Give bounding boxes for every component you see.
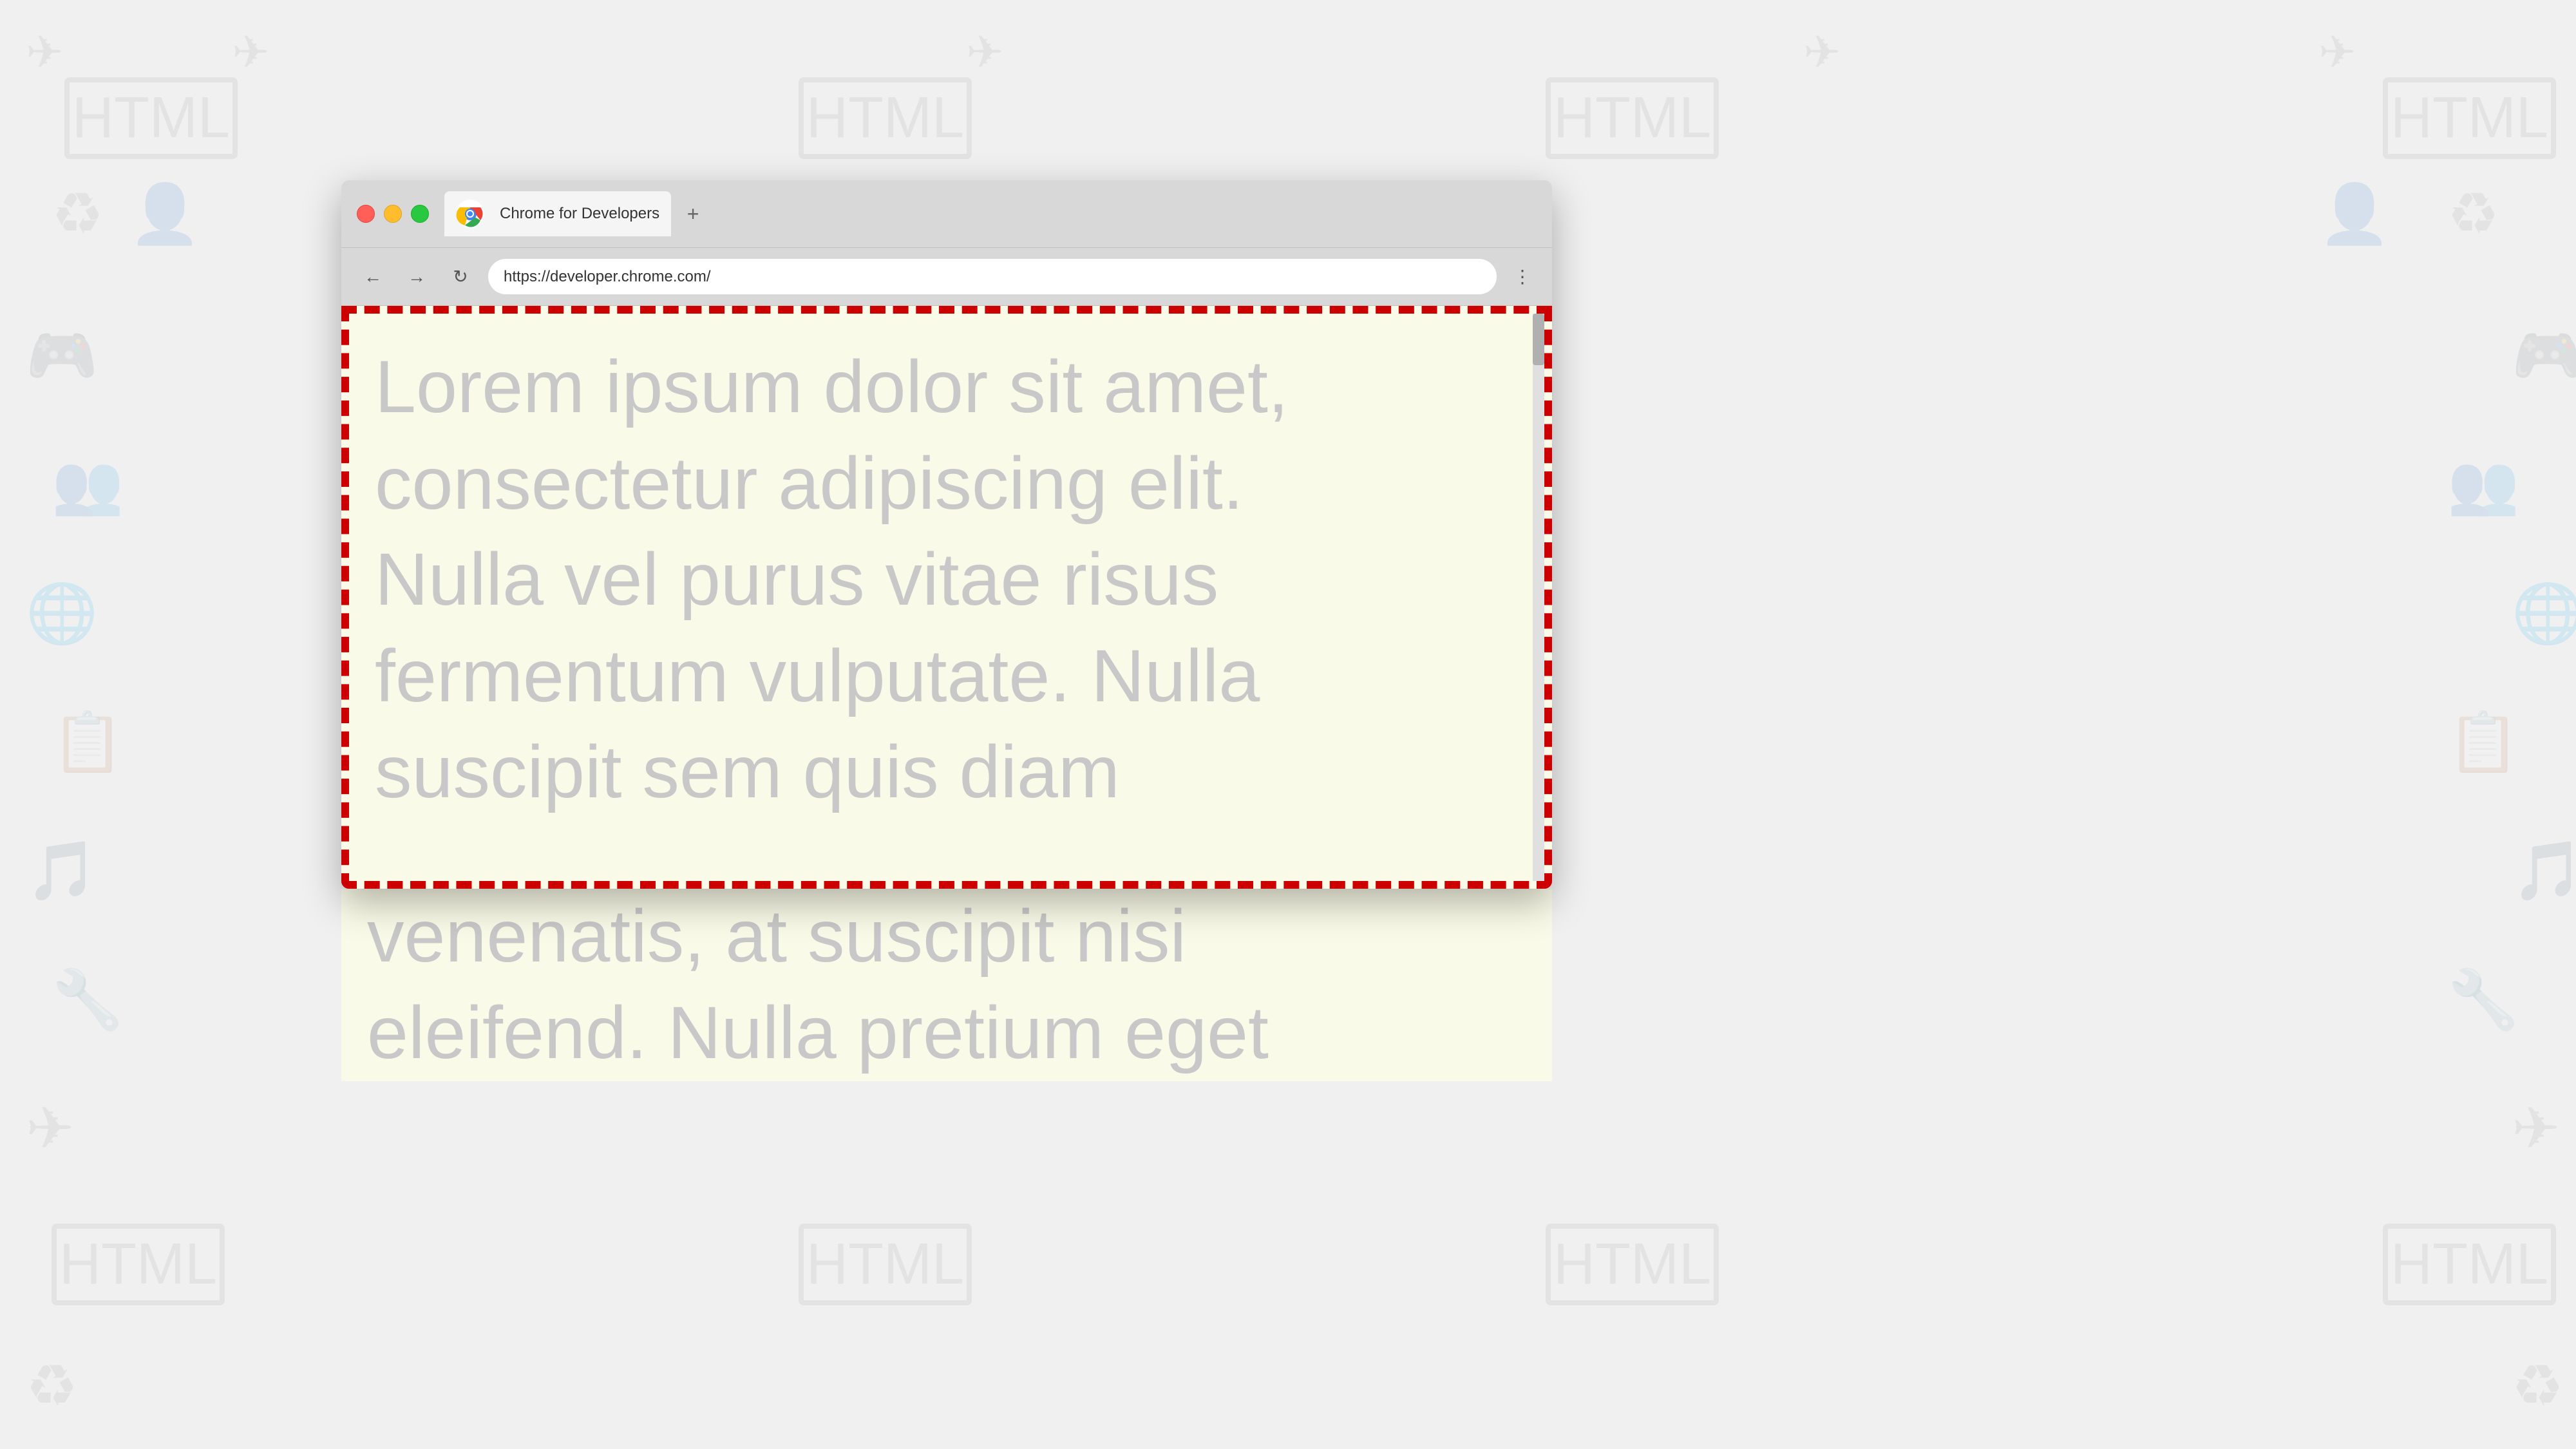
chrome-favicon (456, 200, 484, 228)
traffic-lights (357, 205, 429, 223)
menu-button[interactable]: ⋮ (1508, 263, 1537, 291)
scrollbar[interactable] (1533, 314, 1544, 881)
close-button[interactable] (357, 205, 375, 223)
title-bar: Chrome for Developers + (341, 180, 1552, 248)
browser-window: Chrome for Developers + ← → ↻ https://de… (341, 180, 1552, 889)
url-display: https://developer.chrome.com/ (504, 268, 711, 286)
address-bar-row: ← → ↻ https://developer.chrome.com/ ⋮ (341, 248, 1552, 306)
reload-button[interactable]: ↻ (444, 261, 477, 293)
lorem-line-4: fermentum vulputate. Nulla (375, 635, 1260, 717)
minimize-button[interactable] (384, 205, 402, 223)
scrollbar-thumb[interactable] (1533, 314, 1544, 365)
lorem-line-3: Nulla vel purus vitae risus (375, 538, 1218, 621)
address-bar[interactable]: https://developer.chrome.com/ (488, 259, 1497, 294)
below-fold-content: venenatis, at suscipit nisi eleifend. Nu… (341, 889, 1552, 1081)
below-fold-text-6: venenatis, at suscipit nisi eleifend. Nu… (367, 889, 1526, 1081)
page-content: Lorem ipsum dolor sit amet, consectetur … (341, 306, 1552, 889)
lorem-text-block: Lorem ipsum dolor sit amet, consectetur … (349, 314, 1544, 821)
tab-area: Chrome for Developers + (444, 191, 1537, 236)
back-button[interactable]: ← (357, 261, 389, 293)
lorem-line-2: consectetur adipiscing elit. (375, 442, 1244, 525)
maximize-button[interactable] (411, 205, 429, 223)
browser-tab[interactable]: Chrome for Developers (444, 191, 671, 236)
tab-title: Chrome for Developers (500, 205, 659, 223)
lorem-line-5: suscipit sem quis diam (375, 731, 1120, 813)
forward-button[interactable]: → (401, 261, 433, 293)
new-tab-button[interactable]: + (679, 200, 707, 228)
lorem-line-1: Lorem ipsum dolor sit amet, (375, 346, 1289, 428)
